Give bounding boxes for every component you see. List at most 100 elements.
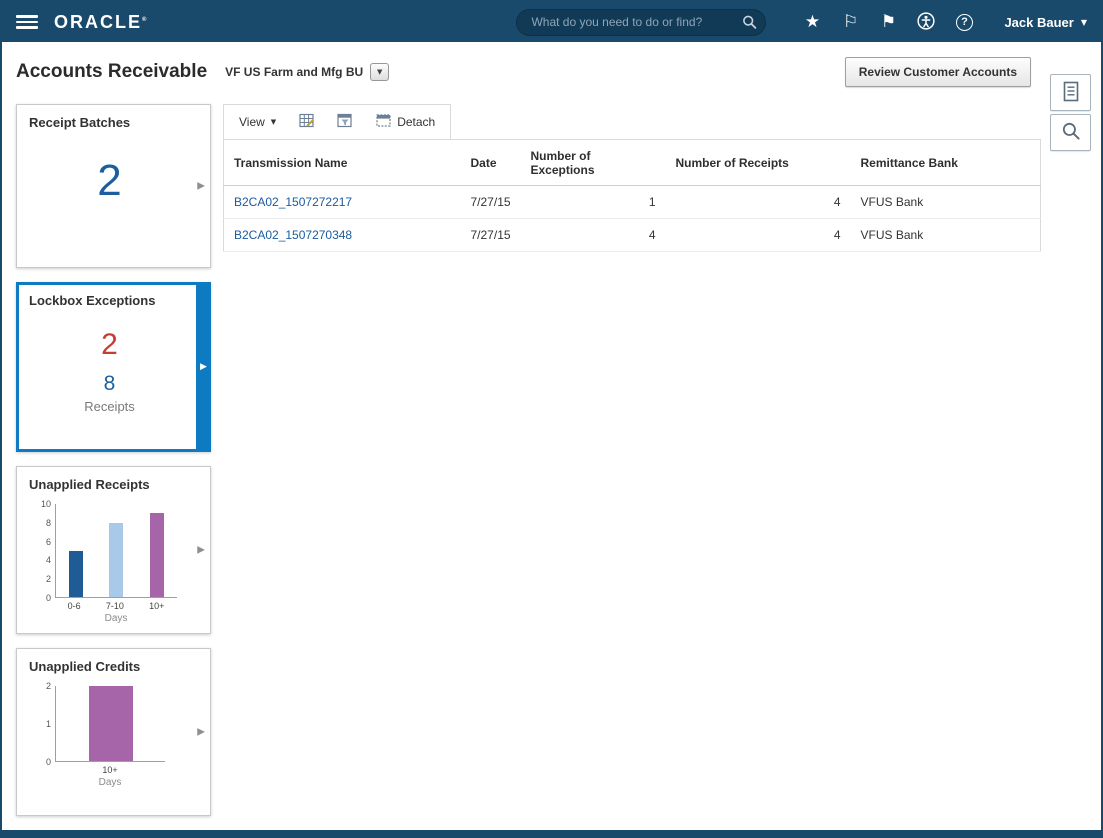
oracle-logo-text: ORACLE (54, 11, 142, 32)
date-cell: 7/27/15 (460, 185, 521, 219)
table-toolbar: View ▼ Detach (223, 104, 452, 139)
tasks-panel-button[interactable] (1050, 74, 1091, 111)
query-by-example-button[interactable] (331, 110, 359, 134)
exceptions-cell: 1 (520, 185, 666, 219)
selected-tile-indicator: ▶ (196, 282, 211, 452)
lockbox-transmissions-panel: View ▼ Detach Transmission Name Date Num… (223, 104, 1041, 252)
chevron-down-icon: ▼ (1080, 17, 1087, 27)
column-header-number-of-exceptions[interactable]: Number of Exceptions (520, 139, 666, 186)
chevron-right-icon: ▶ (200, 362, 207, 372)
table-header-row: Transmission Name Date Number of Excepti… (223, 139, 1041, 186)
chevron-down-icon: ▼ (270, 118, 277, 126)
plot-area (55, 686, 165, 762)
x-tick-label: 7-10 (105, 601, 124, 611)
flag-outline-icon: ⚐ (842, 11, 859, 32)
export-grid-icon (299, 113, 315, 131)
detach-icon (376, 114, 391, 130)
tile-unapplied-credits[interactable]: Unapplied Credits 210 10+ Days ▶ (16, 648, 211, 816)
oracle-logo: ORACLE® (54, 12, 146, 33)
unapplied-credits-chart: 210 10+ Days (35, 681, 190, 788)
tile-receipt-batches[interactable]: Receipt Batches 2 ▶ (16, 104, 211, 268)
business-unit-dropdown-button[interactable]: ▼ (370, 63, 390, 81)
global-search-input[interactable] (516, 8, 767, 36)
page-header: Accounts Receivable VF US Farm and Mfg B… (16, 46, 1087, 98)
notifications-button[interactable]: ⚑ (872, 7, 904, 37)
body-grid: Receipt Batches 2 ▶ Lockbox Exceptions 2… (16, 104, 1087, 816)
document-icon (1062, 81, 1080, 105)
x-tick-label: 10+ (102, 765, 118, 775)
magnifier-icon (1061, 121, 1081, 144)
transmissions-table: Transmission Name Date Number of Excepti… (223, 139, 1041, 252)
chevron-right-icon: ▶ (197, 726, 205, 738)
table-row[interactable]: B2CA02_1507272217 7/27/15 1 4 VFUS Bank (223, 185, 1041, 219)
page-title: Accounts Receivable (16, 61, 208, 82)
table-row[interactable]: B2CA02_1507270348 7/27/15 4 4 VFUS Bank (223, 218, 1041, 252)
x-tick-label: 0-6 (67, 601, 81, 611)
x-axis-label: Days (104, 613, 128, 624)
bar (69, 550, 84, 597)
global-header-icons: ★ ⚐ ⚑ ? (796, 7, 980, 37)
bar (88, 686, 133, 761)
receipts-cell: 4 (665, 218, 851, 252)
business-unit-label: VF US Farm and Mfg BU (225, 65, 364, 79)
plot-column: 10+ Days (55, 686, 165, 788)
global-header: ORACLE® ★ ⚐ ⚑ ? Jack Bauer ▼ (2, 2, 1101, 42)
tile-title: Unapplied Receipts (29, 477, 150, 492)
infotile-column: Receipt Batches 2 ▶ Lockbox Exceptions 2… (16, 104, 211, 816)
tile-lockbox-exceptions[interactable]: Lockbox Exceptions 2 8 Receipts ▶ (16, 282, 211, 452)
panel-drawer-rail (1050, 74, 1091, 151)
bar (109, 522, 124, 597)
query-table-icon (337, 113, 353, 131)
bank-cell: VFUS Bank (850, 185, 1041, 219)
receipt-batches-count: 2 (97, 156, 122, 205)
x-categories: 10+ (55, 765, 165, 775)
plot-column: 0-6 7-10 10+ Days (55, 504, 177, 624)
transmission-link[interactable]: B2CA02_1507272217 (234, 195, 352, 209)
lockbox-exception-count: 2 (101, 328, 118, 361)
business-unit-selector: VF US Farm and Mfg BU ▼ (225, 63, 390, 81)
tile-title: Unapplied Credits (29, 659, 141, 674)
unapplied-receipts-chart: 10 8 6 4 2 0 0-6 7-10 10+ Days (35, 499, 190, 624)
hamburger-icon (16, 15, 38, 18)
application-window: ORACLE® ★ ⚐ ⚑ ? Jack Bauer ▼ (0, 0, 1103, 838)
accessibility-icon (917, 11, 936, 33)
navigator-menu-button[interactable] (16, 13, 38, 31)
lockbox-receipt-count: 8 (103, 372, 116, 395)
y-axis: 10 8 6 4 2 0 (40, 499, 51, 603)
help-button[interactable]: ? (948, 7, 980, 37)
bar (149, 513, 164, 597)
detach-button[interactable]: Detach (369, 110, 442, 134)
column-header-number-of-receipts[interactable]: Number of Receipts (665, 139, 851, 186)
plot-area (55, 504, 177, 598)
user-name: Jack Bauer (1004, 14, 1074, 30)
search-panel-button[interactable] (1050, 114, 1091, 151)
receipts-cell: 4 (665, 185, 851, 219)
footer-bar (2, 830, 1101, 836)
user-menu[interactable]: Jack Bauer ▼ (1004, 15, 1087, 30)
column-header-transmission-name[interactable]: Transmission Name (223, 139, 461, 186)
search-icon[interactable] (742, 15, 757, 30)
tile-title: Lockbox Exceptions (29, 293, 156, 308)
star-icon: ★ (804, 11, 821, 32)
y-axis: 210 (45, 681, 51, 767)
watchlist-button[interactable]: ⚐ (834, 7, 866, 37)
help-icon: ? (955, 13, 973, 31)
chevron-down-icon: ▼ (376, 68, 383, 76)
bank-cell: VFUS Bank (850, 218, 1041, 252)
export-to-excel-button[interactable] (293, 110, 321, 134)
global-search (516, 8, 767, 36)
tile-unapplied-receipts[interactable]: Unapplied Receipts 10 8 6 4 2 0 0-6 7-10 10+ Da… (16, 466, 211, 634)
chevron-right-icon: ▶ (197, 180, 205, 192)
accessibility-button[interactable] (910, 7, 942, 37)
x-tick-label: 10+ (149, 601, 165, 611)
column-header-date[interactable]: Date (460, 139, 521, 186)
x-categories: 0-6 7-10 10+ (55, 601, 177, 611)
lockbox-receipts-label: Receipts (84, 399, 135, 414)
review-customer-accounts-button[interactable]: Review Customer Accounts (844, 57, 1031, 87)
view-menu-button[interactable]: View ▼ (232, 111, 283, 133)
chevron-right-icon: ▶ (197, 544, 205, 556)
column-header-remittance-bank[interactable]: Remittance Bank (850, 139, 1041, 186)
transmission-link[interactable]: B2CA02_1507270348 (234, 228, 352, 242)
favorites-button[interactable]: ★ (796, 7, 828, 37)
tile-title: Receipt Batches (29, 115, 131, 130)
